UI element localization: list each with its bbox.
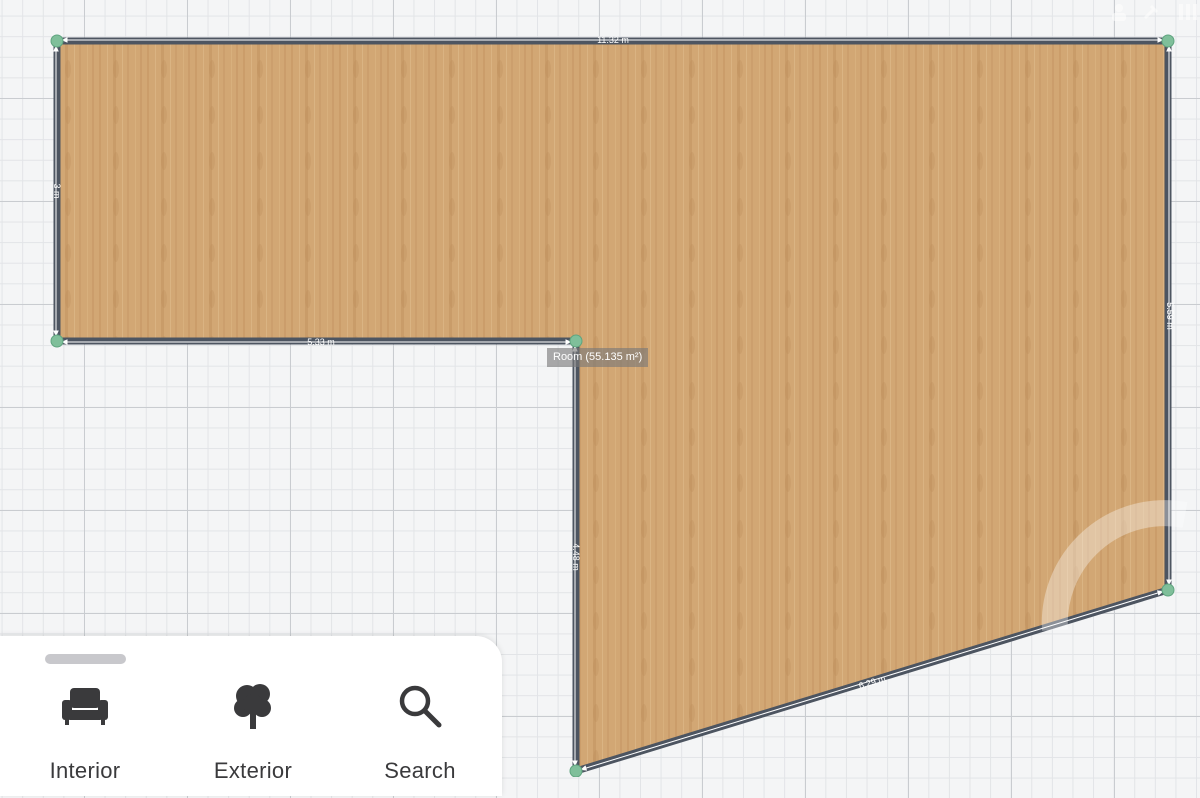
search-button[interactable]: Search <box>360 678 480 798</box>
corner-node[interactable] <box>1161 34 1175 48</box>
sofa-icon <box>57 678 113 734</box>
exterior-label: Exterior <box>213 758 293 783</box>
exterior-button[interactable]: Exterior <box>193 678 313 798</box>
top-right-toolbar <box>1050 0 1200 26</box>
drag-handle[interactable] <box>45 654 126 664</box>
columns-icon[interactable] <box>1176 2 1198 22</box>
interior-label: Interior <box>49 758 121 783</box>
search-label: Search <box>384 758 456 783</box>
dim-label-top: 11.32 m <box>597 35 629 45</box>
room-area-label[interactable]: Room (55.135 m²) <box>547 348 649 367</box>
dim-label-right: 5.59 m <box>1165 302 1175 330</box>
tools-icon[interactable] <box>1142 2 1164 22</box>
corner-node[interactable] <box>50 334 64 348</box>
corner-node[interactable] <box>569 764 583 777</box>
tree-icon <box>225 678 281 734</box>
person-icon[interactable] <box>1108 2 1130 22</box>
interior-button[interactable]: Interior <box>25 678 145 798</box>
dim-label-left: 3 m <box>52 183 62 198</box>
watermark-logo-icon <box>1041 500 1188 631</box>
corner-node[interactable] <box>50 34 64 48</box>
dim-label-inner-h: 5.33 m <box>307 337 335 347</box>
search-icon <box>392 678 448 734</box>
bottom-sheet-panel: Interior Exterior Search <box>0 636 502 796</box>
corner-node[interactable] <box>569 334 583 348</box>
dim-label-inner-v: 4.48 m <box>571 543 581 571</box>
